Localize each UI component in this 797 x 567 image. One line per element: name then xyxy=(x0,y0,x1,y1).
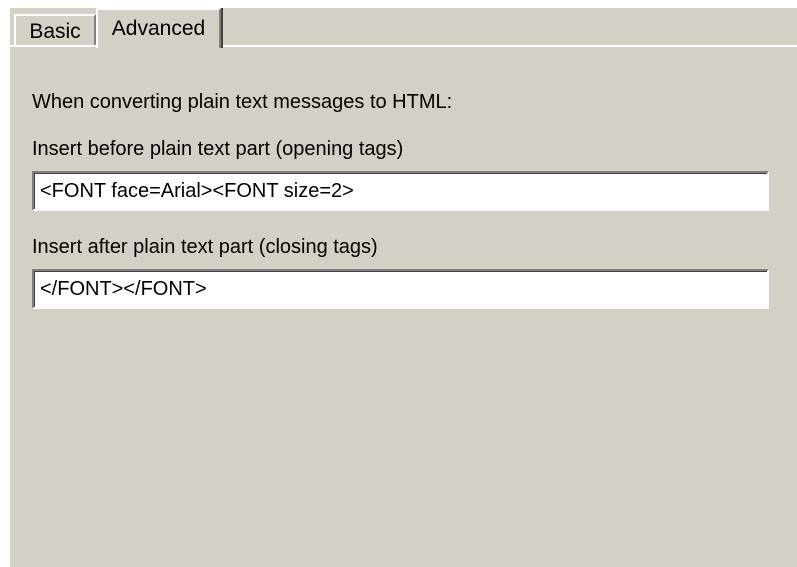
opening-tags-input[interactable] xyxy=(32,171,769,211)
tab-advanced-label: Advanced xyxy=(111,17,206,40)
closing-tags-input[interactable] xyxy=(32,269,769,309)
advanced-panel: When converting plain text messages to H… xyxy=(10,45,797,567)
tab-basic[interactable]: Basic xyxy=(14,14,96,46)
opening-tags-label: Insert before plain text part (opening t… xyxy=(32,138,404,160)
closing-tags-label: Insert after plain text part (closing ta… xyxy=(32,236,378,258)
tab-basic-label: Basic xyxy=(29,20,81,43)
dialog-window: Basic Advanced When converting plain tex… xyxy=(0,0,797,567)
tab-advanced[interactable]: Advanced xyxy=(96,8,221,48)
intro-text: When converting plain text messages to H… xyxy=(32,91,453,113)
